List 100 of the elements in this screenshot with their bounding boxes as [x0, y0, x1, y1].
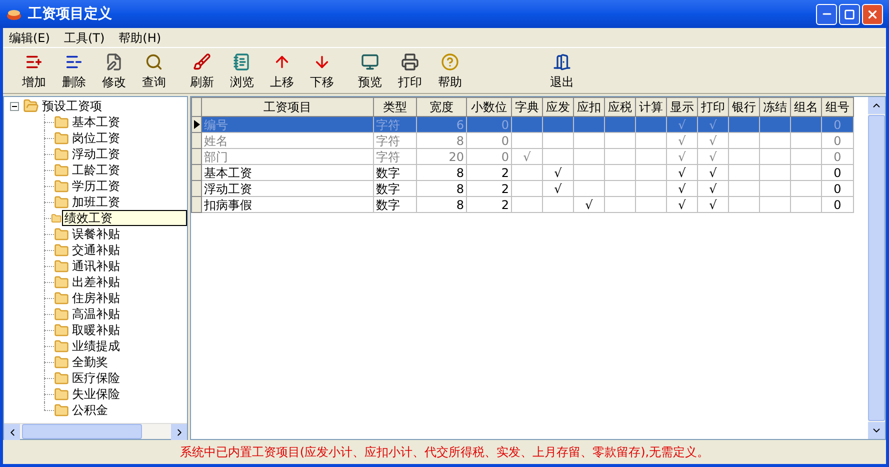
row-header[interactable] — [192, 116, 202, 132]
toolbar-button[interactable]: 打印 — [391, 50, 429, 90]
tree-item[interactable]: 全勤奖 — [72, 353, 108, 371]
horizontal-scrollbar[interactable] — [4, 423, 187, 439]
toolbar-button[interactable]: 删除 — [55, 50, 93, 90]
tree-item[interactable]: 工龄工资 — [72, 161, 120, 179]
toolbar-button[interactable]: 查询 — [135, 50, 173, 90]
tooltip: 绩效工资 — [62, 210, 187, 226]
close-button[interactable] — [862, 4, 883, 24]
column-header[interactable]: 组名 — [790, 98, 822, 116]
folder-icon — [54, 130, 69, 146]
tree-item[interactable]: 公积金 — [72, 401, 108, 419]
document-icon — [105, 52, 123, 70]
column-header[interactable]: 计算 — [636, 98, 666, 116]
column-header[interactable]: 打印 — [698, 98, 728, 116]
scroll-right-icon[interactable] — [171, 424, 187, 440]
tree-item[interactable]: 取暖补贴 — [72, 321, 120, 339]
tree-item[interactable]: 通讯补贴 — [72, 257, 120, 275]
table-row[interactable]: 姓名 字符 8 0 √ √ 0 — [192, 132, 854, 148]
printer-icon — [401, 52, 419, 70]
menu-item[interactable]: 工具(T) — [64, 28, 105, 46]
collapse-toggle[interactable] — [10, 102, 19, 110]
folder-icon — [54, 290, 69, 306]
toolbar-button[interactable]: 刷新 — [183, 50, 221, 90]
scrollbar-thumb[interactable] — [22, 424, 142, 439]
tree-item[interactable]: 学历工资 — [72, 177, 120, 195]
table-row[interactable]: 扣病事假 数字 8 2 √ √ √ 0 — [192, 196, 854, 212]
tree-item[interactable]: 高温补贴 — [72, 305, 120, 323]
folder-icon — [54, 178, 69, 194]
column-header[interactable]: 小数位 — [466, 98, 512, 116]
folder-icon — [54, 386, 69, 402]
column-header[interactable]: 冻结 — [760, 98, 790, 116]
folder-icon — [54, 114, 69, 130]
table-row[interactable]: 部门 字符 20 0 √ √ √ 0 — [192, 148, 854, 164]
folder-icon — [54, 322, 69, 338]
column-header[interactable]: 应发 — [542, 98, 574, 116]
column-header[interactable]: 工资项目 — [202, 98, 374, 116]
maximize-button[interactable] — [839, 4, 860, 24]
toolbar-button[interactable]: 上移 — [263, 50, 301, 90]
close-icon — [866, 8, 879, 20]
corner-cell — [192, 98, 202, 116]
toolbar-button[interactable]: 修改 — [95, 50, 133, 90]
table-cell: 0 — [822, 196, 854, 212]
column-header[interactable]: 字典 — [512, 98, 542, 116]
tree-item[interactable]: 岗位工资 — [72, 129, 120, 147]
table-cell — [512, 196, 542, 212]
toolbar-button[interactable]: 浏览 — [223, 50, 261, 90]
column-header[interactable]: 类型 — [374, 98, 416, 116]
table-cell: 数字 — [374, 196, 416, 212]
menu-item[interactable]: 帮助(H) — [118, 28, 162, 46]
tree-item[interactable]: 业绩提成 — [72, 337, 120, 355]
column-header[interactable]: 显示 — [666, 98, 698, 116]
current-row-icon — [194, 120, 200, 129]
table-cell: 8 — [416, 196, 466, 212]
tree-item[interactable]: 医疗保险 — [72, 369, 120, 387]
tree-item[interactable]: 误餐补贴 — [72, 225, 120, 243]
column-header[interactable]: 应扣 — [574, 98, 604, 116]
minimize-button[interactable] — [816, 4, 837, 24]
tree-item[interactable]: 交通补贴 — [72, 241, 120, 259]
tree-item[interactable]: 预设工资项 — [42, 97, 102, 115]
folder-icon — [54, 338, 69, 354]
folder-icon — [54, 162, 69, 178]
table-cell — [542, 196, 574, 212]
menu-item[interactable]: 编辑(E) — [9, 28, 50, 46]
tree-item[interactable]: 失业保险 — [72, 385, 120, 403]
toolbar-button[interactable]: 退出 — [543, 50, 581, 90]
column-header[interactable]: 应税 — [604, 98, 636, 116]
toolbar-button[interactable]: 预览 — [351, 50, 389, 90]
folder-icon — [23, 98, 39, 114]
table-cell: 扣病事假 — [202, 196, 374, 212]
status-message: 系统中已内置工资项目(应发小计、应扣小计、代交所得税、实发、上月存留、零款留存),无需定义。 — [180, 444, 710, 461]
tree-item[interactable]: 加班工资 — [72, 193, 120, 211]
folder-icon — [54, 370, 69, 386]
table-cell — [604, 196, 636, 212]
monitor-icon — [361, 52, 379, 70]
help-icon — [441, 52, 459, 70]
table-cell: √ — [666, 196, 698, 212]
folder-icon — [54, 258, 69, 274]
folder-icon — [54, 402, 69, 418]
scroll-down-icon[interactable] — [868, 422, 885, 439]
column-header[interactable]: 银行 — [728, 98, 760, 116]
toolbar-button[interactable]: 增加 — [15, 50, 53, 90]
scroll-left-icon[interactable] — [4, 424, 20, 440]
folder-icon — [54, 242, 69, 258]
column-header[interactable]: 组号 — [822, 98, 854, 116]
table-cell: √ — [698, 196, 728, 212]
table-row[interactable]: 基本工资 数字 8 2 √ √ √ 0 — [192, 164, 854, 180]
tree-item[interactable]: 出差补贴 — [72, 273, 120, 291]
toolbar-button[interactable]: 下移 — [303, 50, 341, 90]
folder-icon — [54, 306, 69, 322]
notepad-icon — [233, 52, 251, 70]
table-row[interactable]: 浮动工资 数字 8 2 √ √ √ 0 — [192, 180, 854, 196]
table-cell — [760, 196, 790, 212]
tree-item[interactable]: 基本工资 — [72, 113, 120, 131]
tree-item[interactable]: 浮动工资 — [72, 145, 120, 163]
scroll-up-icon[interactable] — [868, 97, 885, 114]
column-header[interactable]: 宽度 — [416, 98, 466, 116]
toolbar-button[interactable]: 帮助 — [431, 50, 469, 90]
tree-item[interactable]: 住房补贴 — [72, 289, 120, 307]
folder-icon — [54, 226, 69, 242]
